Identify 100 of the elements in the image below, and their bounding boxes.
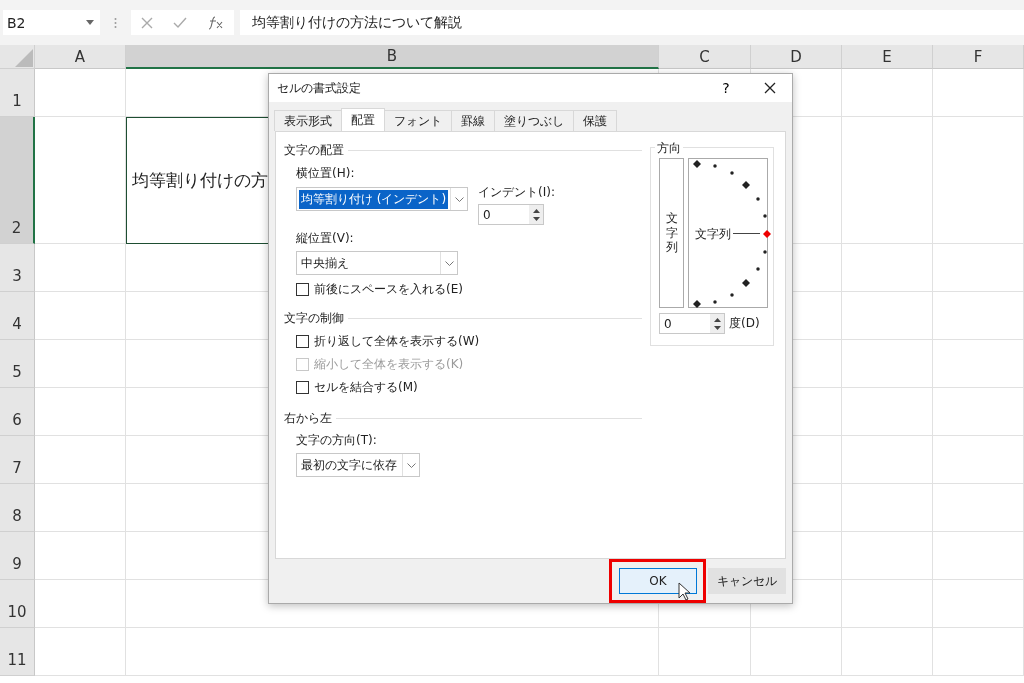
section-heading: 文字の制御 [284, 310, 344, 327]
dot-icon [762, 213, 767, 218]
column-header[interactable]: A [35, 45, 126, 69]
name-box[interactable]: B2 [3, 10, 100, 35]
dot-icon [730, 292, 734, 297]
dropdown-icon [86, 20, 94, 25]
checkbox[interactable]: 折り返して全体を表示する(W) [296, 333, 480, 350]
sheet-cell[interactable] [35, 580, 126, 628]
dot-icon [762, 250, 767, 255]
sheet-cell[interactable] [933, 484, 1024, 532]
column-header[interactable]: E [842, 45, 933, 69]
chevron-down-icon [444, 260, 454, 266]
dialog-tab[interactable]: 配置 [341, 108, 385, 131]
section-heading: 方向 [655, 140, 683, 157]
sheet-cell[interactable] [933, 580, 1024, 628]
row-header[interactable]: 6 [0, 388, 35, 436]
column-header[interactable]: C [659, 45, 751, 69]
row-header[interactable]: 4 [0, 292, 35, 340]
sheet-cell[interactable] [933, 532, 1024, 580]
sheet-cell[interactable] [842, 292, 933, 340]
section-heading: 右から左 [284, 410, 332, 427]
checkbox[interactable]: セルを結合する(M) [296, 379, 418, 396]
pointer-icon [678, 582, 692, 602]
select-all-corner[interactable] [0, 45, 35, 69]
sheet-cell[interactable] [933, 436, 1024, 484]
row-header[interactable]: 5 [0, 340, 35, 388]
section-heading: 文字の配置 [284, 142, 344, 159]
row-header[interactable]: 3 [0, 244, 35, 292]
sheet-cell[interactable] [933, 340, 1024, 388]
spin-arrows-icon[interactable] [712, 315, 722, 332]
row-header[interactable]: 10 [0, 580, 35, 628]
sheet-cell[interactable] [842, 244, 933, 292]
checkbox[interactable]: 前後にスペースを入れる(E) [296, 281, 463, 298]
sheet-cell[interactable] [659, 628, 751, 676]
sheet-cell[interactable] [35, 532, 126, 580]
sheet-cell[interactable] [933, 292, 1024, 340]
field-label: 度(D) [729, 315, 760, 332]
grip-icon [114, 16, 117, 29]
ok-button[interactable]: OK [619, 568, 697, 594]
row-header[interactable]: 7 [0, 436, 35, 484]
field-label: インデント(I): [478, 184, 555, 201]
field-label: 縦位置(V): [296, 230, 354, 247]
chevron-down-icon [454, 196, 464, 202]
sheet-cell[interactable] [933, 388, 1024, 436]
sheet-cell[interactable] [35, 388, 126, 436]
orientation-dial[interactable]: 文字列 [688, 158, 768, 308]
sheet-cell[interactable] [842, 436, 933, 484]
row-header[interactable]: 9 [0, 532, 35, 580]
dialog-tab[interactable]: 保護 [573, 110, 617, 131]
spin-arrows-icon[interactable] [531, 206, 541, 223]
sheet-cell[interactable] [842, 340, 933, 388]
degrees-spinner[interactable]: 0 [659, 313, 725, 334]
sheet-cell[interactable] [35, 117, 126, 244]
column-header[interactable]: F [933, 45, 1024, 69]
row-header[interactable]: 8 [0, 484, 35, 532]
sheet-cell[interactable] [933, 628, 1024, 676]
sheet-cell[interactable] [751, 628, 842, 676]
close-icon [764, 82, 776, 94]
sheet-cell[interactable] [35, 244, 126, 292]
sheet-cell[interactable] [842, 532, 933, 580]
row-header[interactable]: 11 [0, 628, 35, 676]
field-label: 横位置(H): [296, 165, 356, 182]
dialog-tab[interactable]: 表示形式 [274, 110, 342, 131]
cancel-button[interactable]: キャンセル [708, 568, 786, 594]
sheet-cell[interactable] [842, 484, 933, 532]
check-icon[interactable] [173, 16, 188, 29]
direction-dropdown[interactable]: 最初の文字に依存 [296, 453, 420, 477]
function-icon[interactable] [207, 15, 224, 30]
dot-icon [713, 164, 718, 169]
vertical-dropdown[interactable]: 中央揃え [296, 251, 458, 275]
sheet-cell[interactable] [842, 69, 933, 117]
sheet-cell[interactable] [842, 117, 933, 244]
dial-text: 文字列 [695, 226, 731, 243]
sheet-cell[interactable] [35, 484, 126, 532]
sheet-cell[interactable] [842, 580, 933, 628]
sheet-cell[interactable] [842, 388, 933, 436]
column-header[interactable]: B [126, 45, 659, 69]
dialog-title: セルの書式設定 [277, 79, 362, 97]
sheet-cell[interactable] [35, 436, 126, 484]
sheet-cell[interactable] [126, 628, 659, 676]
dot-icon [755, 267, 760, 271]
triangle-icon [14, 48, 34, 68]
vertical-text-button[interactable]: 文字列 [659, 158, 684, 308]
sheet-cell[interactable] [933, 117, 1024, 244]
help-button[interactable]: ? [704, 74, 748, 102]
sheet-cell[interactable] [35, 340, 126, 388]
dot-icon [713, 299, 718, 304]
row-header[interactable]: 1 [0, 69, 35, 117]
sheet-cell[interactable] [933, 244, 1024, 292]
sheet-cell[interactable] [842, 628, 933, 676]
sheet-cell[interactable] [35, 628, 126, 676]
row-header[interactable]: 2 [0, 117, 35, 244]
formula-bar-field[interactable]: 均等割り付けの方法について解説 [240, 10, 1024, 35]
sheet-cell[interactable] [933, 69, 1024, 117]
sheet-cell[interactable] [35, 292, 126, 340]
cancel-icon[interactable] [141, 16, 154, 29]
sheet-cell[interactable] [35, 69, 126, 117]
horizontal-dropdown[interactable]: 均等割り付け (インデント) [296, 187, 468, 211]
indent-spinner[interactable]: 0 [478, 204, 544, 225]
column-header[interactable]: D [751, 45, 842, 69]
